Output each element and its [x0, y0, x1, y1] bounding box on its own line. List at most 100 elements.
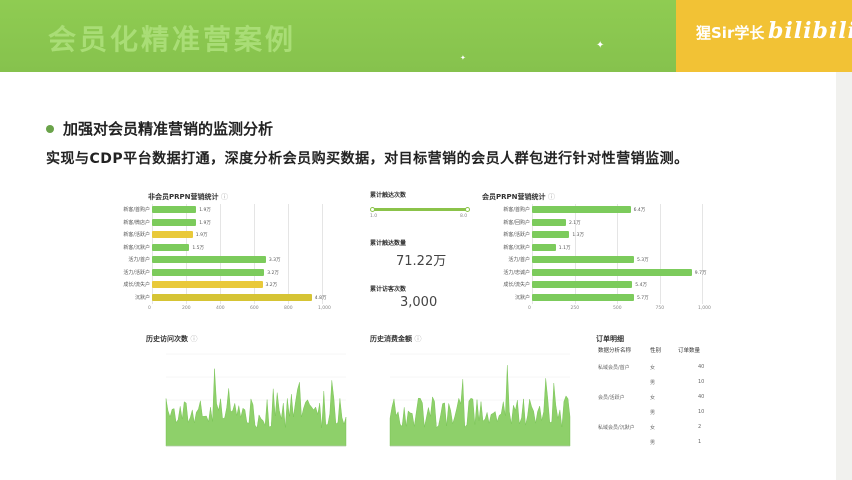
table-row[interactable]: 男 10	[590, 405, 720, 419]
bar[interactable]	[152, 281, 263, 288]
table-cell: 40	[698, 364, 705, 370]
reach-count-title: 累计触达次数	[370, 192, 407, 199]
bar-label: 新客/活跃户	[503, 232, 530, 238]
reach-total-label: 累计触达数量	[370, 240, 407, 247]
bar-value-label: 5.4万	[635, 283, 647, 288]
axis-tick-label: 0	[148, 306, 151, 311]
table-header: 性别	[650, 348, 662, 354]
bar-label: 活力/首户	[508, 257, 530, 263]
order-table-title: 订单明细	[596, 335, 624, 343]
area2-title: 历史消费金额 ⓘ	[370, 334, 421, 344]
bar[interactable]	[532, 256, 634, 263]
table-row[interactable]: 男1	[590, 435, 720, 449]
bar-label: 新客/首购户	[123, 207, 150, 213]
bilibili-logo: bilibili	[768, 18, 852, 44]
axis-tick-label: 750	[655, 306, 665, 311]
axis-tick-label: 0	[528, 306, 531, 311]
bar-value-label: 3.2万	[267, 270, 279, 276]
bar[interactable]	[152, 268, 265, 276]
table-header: 数据分析名称	[598, 348, 632, 354]
axis-tick-label: 500	[613, 306, 622, 311]
slider-min-handle[interactable]	[370, 207, 375, 212]
bar-label: 新客/首购户	[503, 207, 530, 213]
left-bar-title: 非会员PRPN营销统计 ⓘ	[148, 192, 228, 202]
bar[interactable]	[152, 243, 190, 251]
slider-max-label: 8.0	[460, 214, 468, 219]
bar-value-label: 9.7万	[694, 270, 707, 276]
bar-value-label: 2.1万	[569, 220, 581, 226]
grid-line	[254, 204, 255, 304]
bar-label: 活力/忠诚户	[503, 269, 530, 276]
grid-line	[702, 204, 703, 304]
area-series[interactable]	[389, 365, 571, 447]
order-table: 数据分析名称 性别 订单数量 私域会员/首户女 40 男 10 会员/活跃户女 40 男 10 私域会…	[590, 346, 720, 456]
table-cell: 10	[698, 379, 705, 385]
bar[interactable]	[152, 256, 266, 263]
bar-label: 新客/回购户	[503, 219, 530, 226]
bar[interactable]	[532, 206, 631, 213]
bar-value-label: 1.3万	[572, 233, 585, 238]
grid-line	[322, 204, 323, 304]
bar[interactable]	[152, 293, 312, 301]
table-cell: 私域会员/沉默户	[598, 425, 635, 431]
help-icon[interactable]: ⓘ	[190, 335, 197, 343]
bar-value-label: 4.8万	[314, 295, 327, 301]
grid-line	[617, 204, 618, 304]
spend-history-chart	[389, 353, 571, 447]
bar-label: 新客/微店户	[123, 219, 150, 226]
axis-tick-label: 250	[570, 306, 580, 311]
bar[interactable]	[532, 293, 634, 301]
table-row[interactable]: 会员/活跃户 女 40	[590, 390, 720, 404]
area2-title-text: 历史消费金额	[370, 335, 412, 343]
bar[interactable]	[532, 231, 570, 238]
table-cell: 1	[698, 439, 702, 445]
table-cell: 男	[650, 380, 656, 386]
table-cell: 会员/活跃户	[598, 395, 625, 401]
help-icon[interactable]: ⓘ	[548, 193, 555, 201]
help-icon[interactable]: ⓘ	[414, 335, 421, 343]
grid-line	[220, 204, 221, 304]
bar-value-label: 1.9万	[199, 208, 211, 213]
page-title: 会员化精准营案例	[48, 23, 297, 56]
table-cell: 40	[698, 394, 705, 400]
bar-label: 新客/沉默户	[123, 244, 150, 251]
bar-value-label: 3.3万	[268, 258, 281, 263]
area-series[interactable]	[165, 368, 347, 447]
bullet-text: 加强对会员精准营销的监测分析	[63, 120, 274, 138]
table-cell: 10	[698, 409, 705, 415]
right-bar-title: 会员PRPN营销统计 ⓘ	[482, 192, 555, 202]
table-row[interactable]: 私域会员/首户 女 40	[590, 360, 720, 374]
table-row[interactable]: 男 10	[590, 375, 720, 389]
bar[interactable]	[532, 281, 633, 288]
reach-total-value: 71.22万	[396, 254, 447, 269]
axis-tick-label: 800	[284, 306, 293, 311]
area1-title-text: 历史访问次数	[146, 335, 188, 343]
table-cell: 男	[650, 440, 656, 446]
help-icon[interactable]: ⓘ	[221, 193, 228, 201]
bar[interactable]	[532, 218, 566, 226]
axis-tick-label: 1,000	[318, 306, 331, 311]
sparkle-icon: ✦	[596, 40, 605, 51]
visit-total-value: 3,000	[400, 295, 438, 310]
bar-value-label: 1.1万	[558, 245, 571, 251]
slide-edge	[836, 72, 852, 480]
axis-tick-label: 1,000	[698, 306, 711, 311]
right-bar-title-text: 会员PRPN营销统计	[482, 193, 546, 201]
header-banner: 会员化精准营案例 ✦ ✦ 猩Sir学长 bilibili	[0, 0, 852, 72]
bar[interactable]	[532, 243, 556, 251]
bar[interactable]	[532, 268, 692, 276]
reach-slider[interactable]	[372, 208, 468, 211]
grid-line	[659, 204, 661, 304]
bar[interactable]	[152, 231, 193, 238]
bar[interactable]	[152, 206, 197, 213]
axis-tick-label: 200	[182, 306, 191, 311]
table-cell: 私域会员/首户	[598, 365, 630, 371]
bullet-dot-icon	[46, 124, 54, 133]
table-row[interactable]: 私域会员/沉默户 女 2	[590, 420, 720, 434]
table-cell: 女	[650, 425, 656, 431]
bar-value-label: 1.9万	[195, 233, 208, 238]
bar-label: 沉默户	[514, 294, 530, 301]
table-cell: 女	[650, 395, 656, 401]
bar[interactable]	[152, 218, 197, 226]
grid-line	[288, 204, 289, 304]
